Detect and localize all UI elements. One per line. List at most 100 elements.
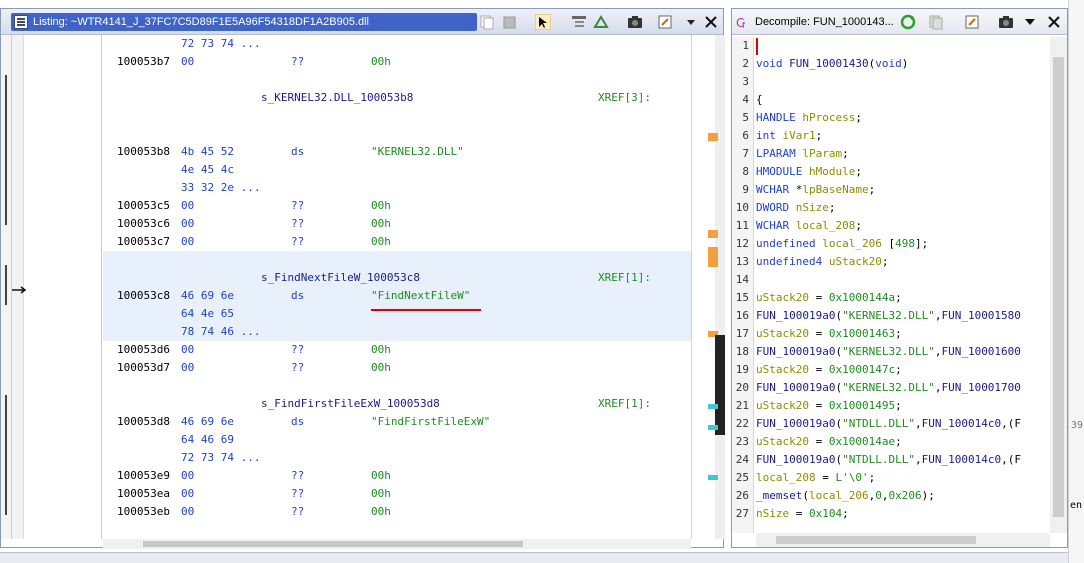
listing-address: 100053d8 [117, 415, 170, 428]
code-line[interactable]: LPARAM lParam; [756, 145, 849, 163]
copy-icon[interactable] [479, 14, 495, 30]
code-line[interactable]: local_208 = L'\0'; [756, 469, 875, 487]
code-token: = [808, 435, 829, 448]
refresh-icon[interactable] [900, 14, 916, 30]
line-number: 5 [742, 111, 749, 124]
listing-bytes: 72 73 74 ... [181, 451, 261, 464]
decompile-panel: Cf Decompile: FUN_1000143... 1 2 3 4 5 6 7 8 9 10… [731, 8, 1068, 548]
decompile-titlebar[interactable]: Cf Decompile: FUN_1000143... [732, 9, 1067, 35]
code-token: uStack20 [756, 399, 809, 412]
listing-gutter[interactable] [12, 35, 102, 539]
listing-mnemonic: ?? [291, 469, 305, 482]
listing-panel: Listing: ~WTR4141_J_37FC7C5D89F1E5A96F54… [0, 8, 725, 549]
listing-label[interactable]: s_KERNEL32.DLL_100053b8 [261, 89, 413, 107]
field-editor-icon[interactable] [571, 14, 587, 30]
code-token: WCHAR [756, 219, 796, 232]
code-token: local_206 [822, 237, 889, 250]
line-number: 17 [735, 327, 749, 340]
code-token: FUN_10001430 [789, 57, 869, 70]
code-token: ) [901, 57, 909, 70]
code-token: undefined [756, 237, 823, 250]
code-token: nSize [795, 201, 829, 214]
close-icon[interactable] [1046, 14, 1062, 30]
code-line[interactable]: WCHAR *lpBaseName; [756, 181, 875, 199]
listing-bytes: 78 74 46 ... [181, 325, 261, 338]
code-line[interactable]: DWORD nSize; [756, 199, 836, 217]
code-line[interactable]: undefined local_206 [498]; [756, 235, 928, 253]
code-line[interactable]: FUN_100019a0("KERNEL32.DLL",FUN_10001700 [756, 379, 1021, 397]
listing-operand: 00h [371, 343, 391, 356]
code-token: ; [815, 129, 823, 142]
snapshot-icon[interactable] [998, 14, 1014, 30]
listing-operand: 00h [371, 487, 391, 500]
code-line[interactable]: FUN_100019a0("NTDLL.DLL",FUN_100014c0,(F [756, 415, 1021, 433]
listing-horizontal-scrollbar[interactable] [103, 539, 691, 549]
xref-label[interactable]: XREF[1]: [598, 269, 651, 287]
line-number: 24 [735, 453, 749, 466]
paste-icon[interactable] [501, 14, 517, 30]
listing-bytes: 00 [181, 505, 195, 518]
code-line[interactable]: int iVar1; [756, 127, 822, 145]
code-token: void [875, 57, 902, 70]
close-icon[interactable] [703, 14, 719, 30]
menu-dropdown-icon[interactable] [1022, 14, 1038, 30]
code-token: ; [895, 363, 902, 376]
listing-overview-bar[interactable] [691, 35, 725, 539]
code-line[interactable]: FUN_100019a0("NTDLL.DLL",FUN_100014c0,(F [756, 451, 1021, 469]
code-line[interactable]: uStack20 = 0x100014ae; [756, 433, 902, 451]
line-number: 26 [735, 489, 749, 502]
listing-operand: 00h [371, 217, 391, 230]
code-line[interactable]: HMODULE hModule; [756, 163, 862, 181]
code-line[interactable]: uStack20 = 0x1000144a; [756, 289, 902, 307]
edit-icon[interactable] [657, 14, 673, 30]
menu-dropdown-icon[interactable] [683, 14, 699, 30]
listing-title-tab[interactable]: Listing: ~WTR4141_J_37FC7C5D89F1E5A96F54… [11, 13, 477, 31]
code-token: uStack20 [756, 327, 809, 340]
line-number: 25 [735, 471, 749, 484]
decompile-title-tab[interactable]: Cf Decompile: FUN_1000143... [736, 14, 916, 30]
xref-label[interactable]: XREF[1]: [598, 395, 651, 413]
listing-address: 100053e9 [117, 469, 170, 482]
code-line[interactable]: _memset(local_206,0,0x206); [756, 487, 935, 505]
decompile-vertical-scrollbar[interactable] [1050, 37, 1067, 533]
listing-mnemonic: ds [291, 289, 305, 302]
code-token: FUN_100014c0 [921, 453, 1002, 466]
listing-view[interactable]: 72 73 74 ... 100053b7 00?? 00h 100053b8 4b 45… [103, 35, 691, 539]
cursor-text-icon[interactable] [535, 14, 551, 30]
edit-icon[interactable] [964, 14, 980, 30]
code-line[interactable]: FUN_100019a0("KERNEL32.DLL",FUN_10001600 [756, 343, 1021, 361]
listing-label[interactable]: s_FindNextFileW_100053c8 [261, 269, 420, 287]
listing-operand: 00h [371, 199, 391, 212]
line-number-gutter: 1 2 3 4 5 6 7 8 9 10 11 12 13 14 15 16 17 18 19 20 21 22 23 24 2… [732, 37, 754, 533]
listing-titlebar[interactable]: Listing: ~WTR4141_J_37FC7C5D89F1E5A96F54… [1, 9, 723, 35]
code-line[interactable]: uStack20 = 0x1000147c; [756, 361, 902, 379]
code-line[interactable]: HANDLE hProcess; [756, 109, 862, 127]
line-number: 9 [742, 183, 749, 196]
listing-bytes: 46 69 6e [181, 289, 234, 302]
code-token: hProcess [802, 111, 856, 124]
listing-address: 100053ea [117, 487, 170, 500]
code-line[interactable]: { [756, 91, 763, 109]
decompile-code-view[interactable]: void FUN_10001430(void) { HANDLE hProcess… [756, 37, 1048, 533]
listing-address: 100053b8 [117, 145, 170, 158]
copy-icon[interactable] [928, 14, 944, 30]
code-line[interactable]: uStack20 = 0x10001463; [756, 325, 902, 343]
code-line[interactable]: nSize = 0x104; [756, 505, 849, 523]
code-line[interactable]: undefined4 uStack20; [756, 253, 888, 271]
code-line[interactable]: FUN_100019a0("KERNEL32.DLL",FUN_10001580 [756, 307, 1021, 325]
code-token: FUN_100019a0 [756, 345, 836, 358]
code-line[interactable]: void FUN_10001430(void) [756, 55, 908, 73]
code-line[interactable]: uStack20 = 0x10001495; [756, 397, 902, 415]
code-token: ]; [914, 237, 929, 250]
snapshot-icon[interactable] [627, 14, 643, 30]
code-token: iVar1 [782, 129, 816, 142]
decompile-horizontal-scrollbar[interactable] [756, 533, 1050, 547]
edge-text-2: en. [1070, 500, 1084, 511]
text-cursor [756, 38, 758, 55]
diff-view-icon[interactable] [593, 14, 609, 30]
listing-label[interactable]: s_FindFirstFileExW_100053d8 [261, 395, 440, 413]
listing-address: 100053c7 [117, 235, 170, 248]
xref-label[interactable]: XREF[3]: [598, 89, 651, 107]
listing-operand: 00h [371, 469, 391, 482]
code-line[interactable]: WCHAR local_208; [756, 217, 862, 235]
